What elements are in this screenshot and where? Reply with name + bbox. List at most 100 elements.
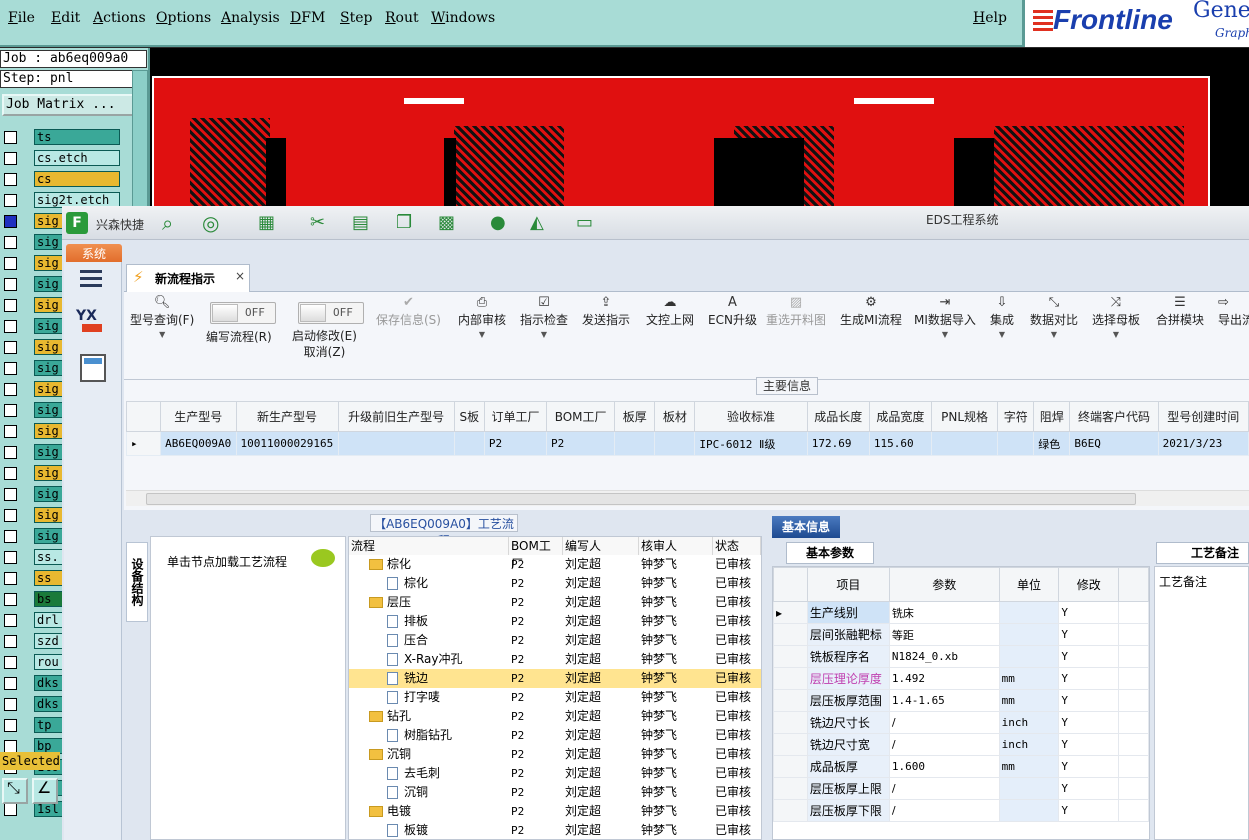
layer-name[interactable]: cs.etch: [34, 150, 120, 166]
send-instruction-button[interactable]: ⇪ 发送指示: [582, 294, 630, 328]
table-row[interactable]: 层间张融靶标 等距 Y: [773, 623, 1149, 646]
table-cell[interactable]: P2: [483, 431, 548, 456]
table-row[interactable]: 成品板厚 1.600 mm Y: [773, 755, 1149, 778]
table-cell[interactable]: B6EQ: [1069, 431, 1159, 456]
lifebuoy-icon[interactable]: ◎: [202, 212, 224, 234]
table-row[interactable]: 层压板厚范围 1.4-1.65 mm Y: [773, 689, 1149, 712]
column-header[interactable]: 订单工厂: [483, 401, 548, 432]
column-header[interactable]: 新生产型号: [235, 401, 339, 432]
layer-checkbox[interactable]: [4, 425, 17, 438]
export-button[interactable]: ⇨ 导出流: [1218, 294, 1249, 328]
tree-node[interactable]: 沉铜: [369, 745, 411, 764]
tree-node[interactable]: 钻孔: [369, 707, 411, 726]
column-header[interactable]: BOM工厂: [546, 401, 616, 432]
tree-row[interactable]: 去毛刺 P2 刘定超 钟梦飞 已审核: [349, 764, 761, 783]
table-cell[interactable]: [997, 431, 1035, 456]
table-cell[interactable]: AB6EQ009A0: [160, 431, 237, 456]
col-item[interactable]: 项目: [806, 567, 890, 602]
yx-module-icon[interactable]: YX: [76, 308, 108, 338]
cell-value[interactable]: 1.4-1.65: [888, 689, 1000, 712]
menu-dfm[interactable]: DFM: [290, 10, 325, 26]
table-cell[interactable]: 172.69: [806, 431, 870, 456]
layer-checkbox[interactable]: [4, 677, 17, 690]
layer-checkbox[interactable]: [4, 278, 17, 291]
menu-options[interactable]: Options: [156, 10, 211, 26]
tree-node[interactable]: 棕化: [387, 574, 428, 593]
cell-item[interactable]: 层压板厚范围: [806, 689, 890, 712]
table-row[interactable]: ▸ AB6EQ009A0 10011000029165 P2 P2 IPC-6012 Ⅱ级…: [125, 431, 1249, 456]
cell-item[interactable]: 层压板厚上限: [806, 777, 890, 800]
gen-mi-flow-button[interactable]: ⚙ 生成MI流程: [840, 294, 902, 328]
layer-name[interactable]: cs: [34, 171, 120, 187]
cell-item[interactable]: 层间张融靶标: [806, 623, 890, 646]
copy-icon[interactable]: ❐: [396, 212, 418, 234]
column-header[interactable]: 成品长度: [806, 401, 870, 432]
table-cell[interactable]: P2: [546, 431, 616, 456]
table-row[interactable]: ▸ 生产线别 铣床 Y: [773, 601, 1149, 624]
layer-checkbox[interactable]: [4, 530, 17, 543]
cell-edit[interactable]: Y: [1058, 667, 1120, 690]
cell-unit[interactable]: [998, 601, 1060, 624]
tree-node[interactable]: 板镀: [387, 821, 428, 839]
table-cell[interactable]: 115.60: [868, 431, 933, 456]
tree-node[interactable]: 打字唛: [387, 688, 440, 707]
layer-checkbox[interactable]: [4, 446, 17, 459]
cell-edit[interactable]: Y: [1058, 623, 1120, 646]
layer-checkbox[interactable]: [4, 488, 17, 501]
table-row[interactable]: 铣边尺寸宽 / inch Y: [773, 733, 1149, 756]
cell-edit[interactable]: Y: [1058, 711, 1120, 734]
tree-row[interactable]: 压合 P2 刘定超 钟梦飞 已审核: [349, 631, 761, 650]
menu-windows[interactable]: Windows: [431, 10, 495, 26]
table-row[interactable]: 层压板厚上限 / Y: [773, 777, 1149, 800]
layer-row[interactable]: cs.etch: [2, 149, 132, 168]
column-header[interactable]: 型号创建时间: [1157, 401, 1249, 432]
cell-unit[interactable]: mm: [998, 667, 1060, 690]
menu-rout[interactable]: Rout: [385, 10, 419, 26]
layer-checkbox[interactable]: [4, 803, 17, 816]
tree-row[interactable]: 电镀 P2 刘定超 钟梦飞 已审核: [349, 802, 761, 821]
column-header[interactable]: 终端客户代码: [1069, 401, 1159, 432]
tree-node[interactable]: 树脂钻孔: [387, 726, 452, 745]
cell-unit[interactable]: [998, 799, 1060, 822]
layer-checkbox[interactable]: [4, 173, 17, 186]
layer-checkbox[interactable]: [4, 635, 17, 648]
layer-name[interactable]: ts: [34, 129, 120, 145]
layer-checkbox[interactable]: [4, 383, 17, 396]
tree-node[interactable]: 压合: [387, 631, 428, 650]
merge-module-button[interactable]: ☰ 合拼模块: [1156, 294, 1204, 328]
cell-edit[interactable]: Y: [1058, 601, 1120, 624]
integrate-button[interactable]: ⇩ 集成 ▼: [990, 294, 1014, 339]
cell-unit[interactable]: mm: [998, 689, 1060, 712]
write-flow-toggle[interactable]: OFF: [210, 302, 276, 324]
tab-new-flow[interactable]: ⚡ 新流程指示 ×: [126, 264, 250, 292]
basic-params-tab[interactable]: 基本参数: [786, 542, 874, 564]
col-status[interactable]: 状态: [713, 537, 761, 555]
menu-help[interactable]: Help: [973, 10, 1007, 26]
table-cell[interactable]: [337, 431, 455, 456]
layer-checkbox[interactable]: [4, 467, 17, 480]
table-cell[interactable]: 10011000029165: [235, 431, 339, 456]
column-header[interactable]: 板材: [654, 401, 696, 432]
horizontal-scrollbar[interactable]: [126, 490, 1249, 506]
scissors-icon[interactable]: ✂: [310, 212, 332, 234]
table-cell[interactable]: 绿色: [1033, 431, 1071, 456]
layer-checkbox[interactable]: [4, 509, 17, 522]
col-writer[interactable]: 编写人: [563, 537, 639, 555]
cell-edit[interactable]: Y: [1058, 733, 1120, 756]
menu-actions[interactable]: Actions: [93, 10, 146, 26]
tree-node[interactable]: 去毛刺: [387, 764, 440, 783]
layer-checkbox[interactable]: [4, 320, 17, 333]
table-row[interactable]: 层压理论厚度 1.492 mm Y: [773, 667, 1149, 690]
cell-item[interactable]: 层压理论厚度: [806, 667, 890, 690]
process-remark-tab[interactable]: 工艺备注: [1156, 542, 1249, 564]
cell-value[interactable]: 1.600: [888, 755, 1000, 778]
cell-edit[interactable]: Y: [1058, 645, 1120, 668]
model-query-button[interactable]: 🔍︎ 型号查询(F) ▼: [130, 294, 194, 339]
layer-checkbox[interactable]: [4, 362, 17, 375]
layer-checkbox[interactable]: [4, 215, 17, 228]
cell-edit[interactable]: Y: [1058, 755, 1120, 778]
scroll-thumb[interactable]: [146, 493, 1136, 505]
layer-checkbox[interactable]: [4, 698, 17, 711]
tree-row[interactable]: X-Ray冲孔 P2 刘定超 钟梦飞 已审核: [349, 650, 761, 669]
col-edit[interactable]: 修改: [1058, 567, 1120, 602]
